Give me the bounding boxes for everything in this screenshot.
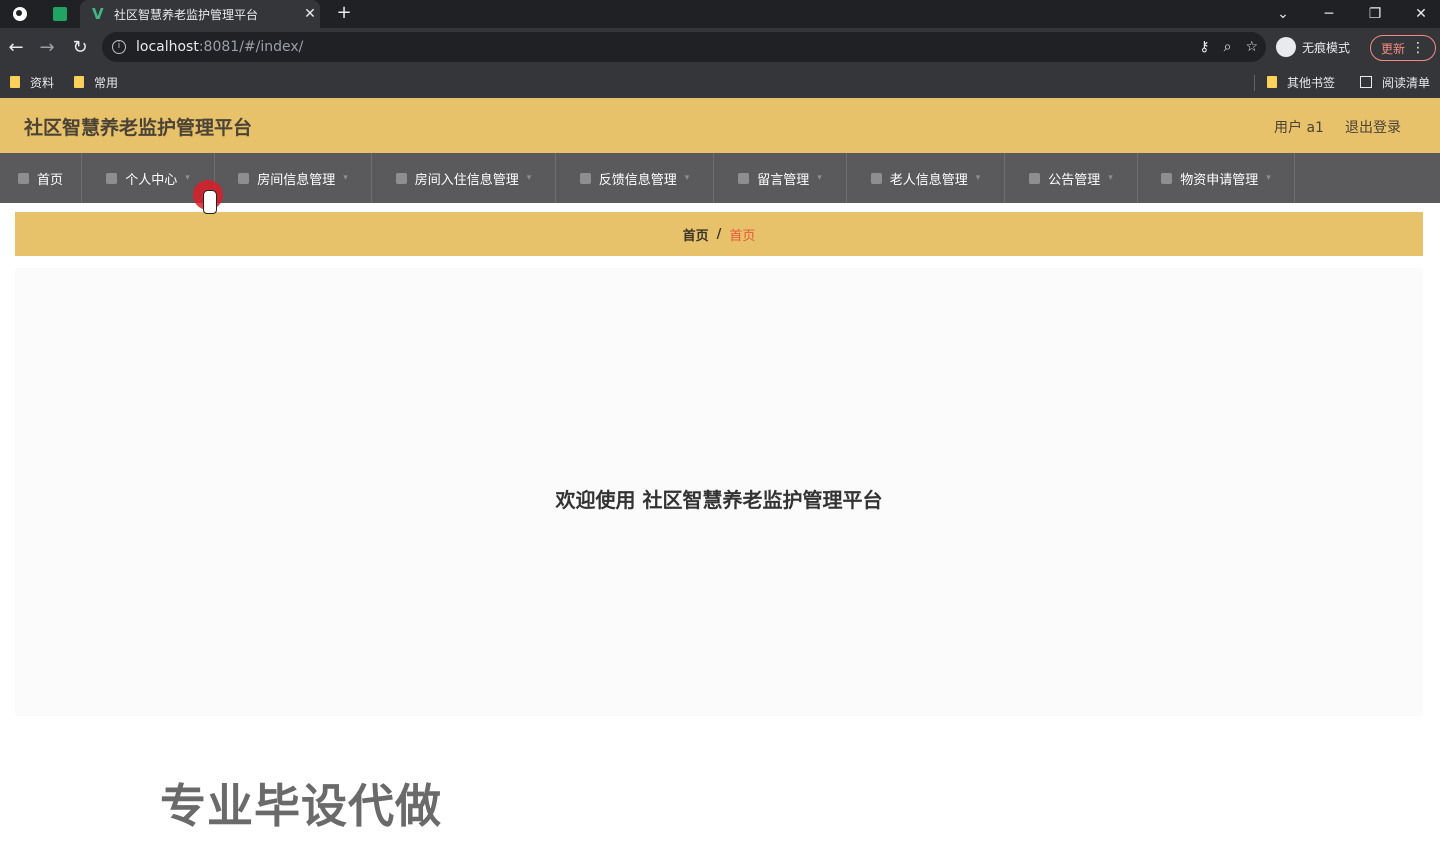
close-tab-icon[interactable]: ✕ bbox=[300, 6, 320, 22]
bookmark-folder-common[interactable]: 常用 bbox=[74, 73, 118, 91]
bookmarks-bar: 资料 常用 其他书签 阅读清单 bbox=[0, 66, 1440, 98]
app-header: 社区智慧养老监护管理平台 用户 a1 退出登录 bbox=[0, 98, 1440, 153]
chevron-down-icon: ▾ bbox=[343, 173, 348, 183]
menu-label: 老人信息管理 bbox=[889, 172, 968, 188]
minimize-icon[interactable]: ─ bbox=[1306, 0, 1352, 28]
menu-item-elderly-info[interactable]: 老人信息管理 ▾ bbox=[847, 153, 1005, 203]
chevron-down-icon: ▾ bbox=[975, 173, 981, 183]
bookmark-label: 资料 bbox=[30, 75, 55, 90]
bookmark-folder-data[interactable]: 资料 bbox=[10, 73, 54, 91]
menu-label: 反馈信息管理 bbox=[598, 172, 677, 188]
tab-search-icon[interactable]: ⌄ bbox=[1260, 0, 1306, 28]
breadcrumb-separator: / bbox=[716, 226, 722, 242]
breadcrumb: 首页 / 首页 bbox=[15, 212, 1423, 256]
vue-logo-icon: V bbox=[92, 5, 104, 23]
folder-icon bbox=[1267, 76, 1277, 88]
monitor-icon bbox=[870, 172, 882, 184]
reading-list[interactable]: 阅读清单 bbox=[1360, 73, 1430, 91]
chevron-down-icon: ▾ bbox=[185, 173, 190, 183]
reload-icon[interactable]: ↻ bbox=[66, 33, 94, 61]
incognito-indicator[interactable]: 无痕模式 bbox=[1276, 36, 1350, 58]
more-menu-icon[interactable]: ⋮ bbox=[1411, 40, 1425, 56]
user-icon bbox=[106, 172, 118, 184]
menu-label: 个人中心 bbox=[125, 172, 178, 188]
spreadsheet-tab-icon[interactable] bbox=[42, 0, 78, 28]
update-button[interactable]: 更新 ⋮ bbox=[1370, 35, 1436, 61]
hand-cursor-icon bbox=[203, 190, 217, 214]
restore-icon[interactable]: ❐ bbox=[1352, 0, 1398, 28]
folder-icon bbox=[74, 76, 84, 88]
menu-item-messages[interactable]: 留言管理 ▾ bbox=[714, 153, 847, 203]
new-tab-button[interactable]: + bbox=[334, 2, 354, 24]
chevron-down-icon: ▾ bbox=[1108, 173, 1113, 183]
menu-item-home[interactable]: 首页 bbox=[0, 153, 82, 203]
incognito-label: 无痕模式 bbox=[1302, 40, 1351, 55]
home-icon bbox=[17, 172, 29, 184]
chevron-down-icon: ▾ bbox=[684, 173, 690, 183]
watermark-text: 专业毕设代做 bbox=[160, 779, 442, 833]
box-icon bbox=[1161, 172, 1173, 184]
app-title: 社区智慧养老监护管理平台 bbox=[24, 117, 253, 139]
breadcrumb-home[interactable]: 首页 bbox=[683, 225, 709, 244]
forward-arrow-icon[interactable]: → bbox=[33, 33, 61, 61]
other-bookmarks[interactable]: 其他书签 bbox=[1267, 73, 1335, 91]
bookmark-star-icon[interactable]: ☆ bbox=[1245, 39, 1258, 55]
briefcase-icon bbox=[238, 172, 250, 184]
close-window-icon[interactable]: ✕ bbox=[1398, 0, 1440, 28]
active-browser-tab[interactable]: V 社区智慧养老监护管理平台 ✕ bbox=[80, 0, 320, 28]
chevron-down-icon: ▾ bbox=[1266, 173, 1271, 183]
main-content: 欢迎使用 社区智慧养老监护管理平台 bbox=[15, 268, 1423, 716]
chevron-down-icon: ▾ bbox=[817, 173, 822, 183]
incognito-icon bbox=[1276, 37, 1296, 57]
welcome-message: 欢迎使用 社区智慧养老监护管理平台 bbox=[555, 488, 883, 512]
folder-icon bbox=[10, 76, 20, 88]
bookmark-label: 阅读清单 bbox=[1382, 75, 1431, 90]
url-path: :8081/#/index/ bbox=[198, 39, 304, 55]
menu-item-room-info[interactable]: 房间信息管理 ▾ bbox=[215, 153, 372, 203]
menu-item-room-checkin[interactable]: 房间入住信息管理 ▾ bbox=[372, 153, 556, 203]
menu-label: 留言管理 bbox=[757, 172, 810, 188]
breadcrumb-current: 首页 bbox=[729, 228, 756, 244]
browser-toolbar: ← → ↻ i localhost:8081/#/index/ ⚷ ⌕ ☆ 无痕… bbox=[0, 28, 1440, 66]
clipboard-icon bbox=[579, 172, 591, 184]
menu-item-feedback[interactable]: 反馈信息管理 ▾ bbox=[556, 153, 714, 203]
zoom-icon[interactable]: ⌕ bbox=[1224, 39, 1232, 55]
logout-link[interactable]: 退出登录 bbox=[1345, 117, 1401, 137]
globe-icon[interactable] bbox=[2, 0, 38, 28]
back-arrow-icon[interactable]: ← bbox=[2, 33, 30, 61]
reading-list-icon bbox=[1360, 76, 1372, 88]
menu-label: 公告管理 bbox=[1048, 172, 1101, 188]
menu-label: 物资申请管理 bbox=[1180, 172, 1259, 188]
url-host: localhost bbox=[136, 39, 199, 55]
browser-tab-strip: V 社区智慧养老监护管理平台 ✕ + ⌄ ─ ❐ ✕ bbox=[0, 0, 1440, 28]
chat-icon bbox=[395, 172, 407, 184]
key-icon[interactable]: ⚷ bbox=[1199, 39, 1209, 55]
bookmark-label: 其他书签 bbox=[1287, 75, 1336, 90]
menu-label: 房间入住信息管理 bbox=[414, 172, 519, 188]
bookmark-label: 常用 bbox=[94, 75, 119, 90]
menu-item-supplies[interactable]: 物资申请管理 ▾ bbox=[1138, 153, 1295, 203]
menu-label: 房间信息管理 bbox=[257, 172, 336, 188]
document-icon bbox=[738, 172, 750, 184]
mail-icon bbox=[1029, 172, 1041, 184]
menu-label: 首页 bbox=[36, 172, 63, 188]
menu-item-announcements[interactable]: 公告管理 ▾ bbox=[1005, 153, 1138, 203]
update-label: 更新 bbox=[1381, 41, 1406, 56]
current-user: 用户 a1 bbox=[1274, 120, 1324, 136]
address-bar[interactable]: i localhost:8081/#/index/ ⚷ ⌕ ☆ bbox=[102, 32, 1266, 62]
chevron-down-icon: ▾ bbox=[526, 173, 532, 183]
bookmark-separator bbox=[1254, 75, 1255, 91]
tab-title: 社区智慧养老监护管理平台 bbox=[114, 7, 259, 22]
site-info-icon[interactable]: i bbox=[112, 40, 126, 54]
